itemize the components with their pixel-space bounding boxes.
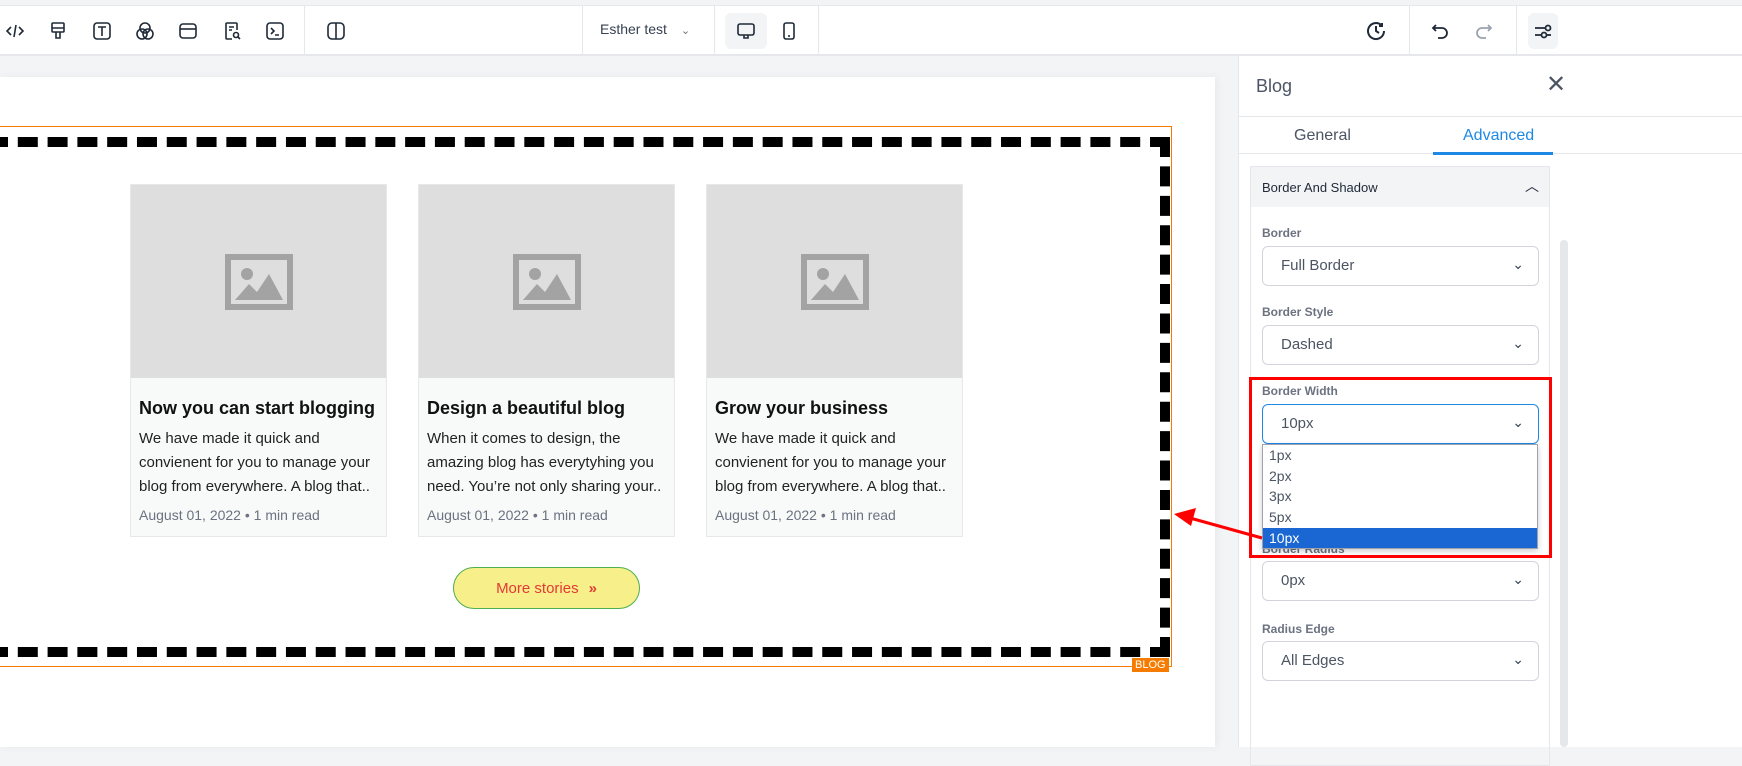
annotation-arrow bbox=[1174, 508, 1263, 540]
